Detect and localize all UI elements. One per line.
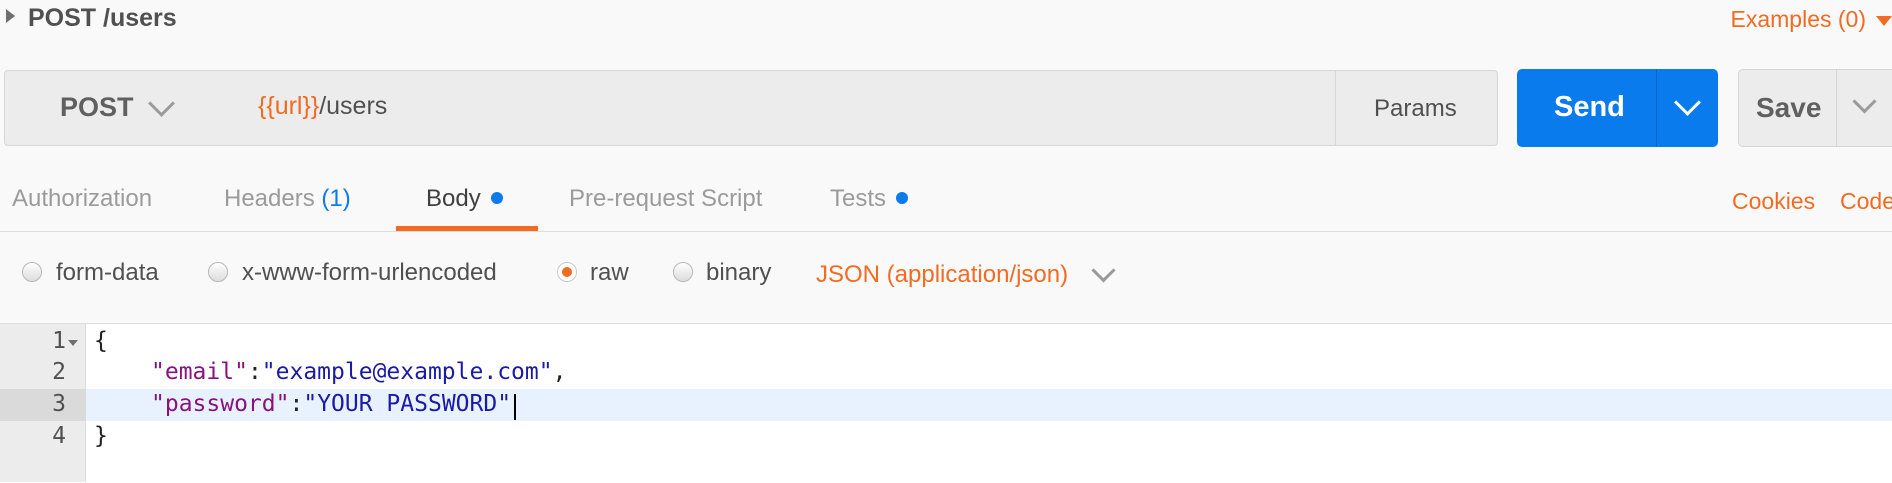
radio-raw[interactable] [557, 262, 577, 282]
url-variable: {{url}} [258, 92, 320, 120]
radio-raw-label[interactable]: raw [590, 259, 629, 287]
tab-body-label: Body [426, 185, 481, 212]
url-input[interactable] [233, 70, 1336, 146]
code-line-3: "password":"YOUR PASSWORD" [151, 391, 511, 417]
request-header [0, 0, 1892, 40]
tab-tests[interactable]: Tests [830, 185, 909, 213]
body-indicator-dot [490, 191, 503, 204]
save-label: Save [1756, 92, 1822, 123]
text-cursor [514, 394, 516, 420]
content-type-select[interactable]: JSON (application/json) [816, 261, 1068, 289]
examples-dropdown[interactable]: Examples (0) [1731, 6, 1892, 33]
tabs-divider [0, 231, 1892, 232]
caret-right-icon[interactable] [6, 9, 15, 23]
json-value: "example@example.com" [261, 359, 553, 385]
line-number: 3 [52, 391, 66, 417]
caret-down-icon [1876, 15, 1892, 26]
code-link[interactable]: Code [1840, 188, 1892, 215]
send-divider [1656, 69, 1657, 147]
line-number: 2 [52, 359, 66, 385]
radio-urlencoded[interactable] [208, 262, 228, 282]
code-line-2: "email":"example@example.com", [151, 359, 566, 385]
line-number: 1 [52, 328, 66, 354]
tab-prerequest-script[interactable]: Pre-request Script [569, 185, 762, 213]
tab-body[interactable]: Body [426, 185, 503, 213]
tab-authorization[interactable]: Authorization [12, 185, 152, 213]
method-label: POST [60, 92, 134, 122]
json-comma: , [552, 359, 567, 385]
radio-binary-label[interactable]: binary [706, 259, 771, 287]
headers-count-badge: (1) [321, 185, 351, 212]
code-line-1: { [94, 328, 108, 354]
examples-label: Examples (0) [1730, 6, 1866, 32]
chevron-down-icon[interactable] [1091, 258, 1116, 283]
send-label: Send [1554, 91, 1625, 123]
line-number: 4 [52, 423, 66, 449]
save-divider [1836, 70, 1837, 146]
url-path: /users [319, 92, 388, 120]
radio-form-data[interactable] [22, 262, 42, 282]
radio-binary[interactable] [673, 262, 693, 282]
json-value: "YOUR PASSWORD" [303, 391, 512, 417]
json-key: "email" [151, 359, 248, 385]
radio-form-data-label[interactable]: form-data [56, 259, 159, 287]
json-key: "password" [151, 391, 290, 417]
url-text: {{url}}/users [258, 92, 387, 121]
tab-headers-label: Headers [224, 185, 315, 212]
tests-indicator-dot [896, 191, 909, 204]
json-colon: : [247, 359, 262, 385]
request-title[interactable]: POST /users [28, 4, 177, 33]
fold-arrow-icon[interactable] [68, 340, 78, 346]
active-line-gutter [0, 389, 86, 421]
cookies-link[interactable]: Cookies [1732, 188, 1815, 215]
params-label: Params [1374, 95, 1457, 122]
tab-tests-label: Tests [830, 185, 887, 212]
json-colon: : [289, 391, 304, 417]
tab-headers[interactable]: Headers (1) [224, 185, 351, 213]
code-line-4: } [94, 423, 108, 449]
radio-urlencoded-label[interactable]: x-www-form-urlencoded [242, 259, 497, 287]
